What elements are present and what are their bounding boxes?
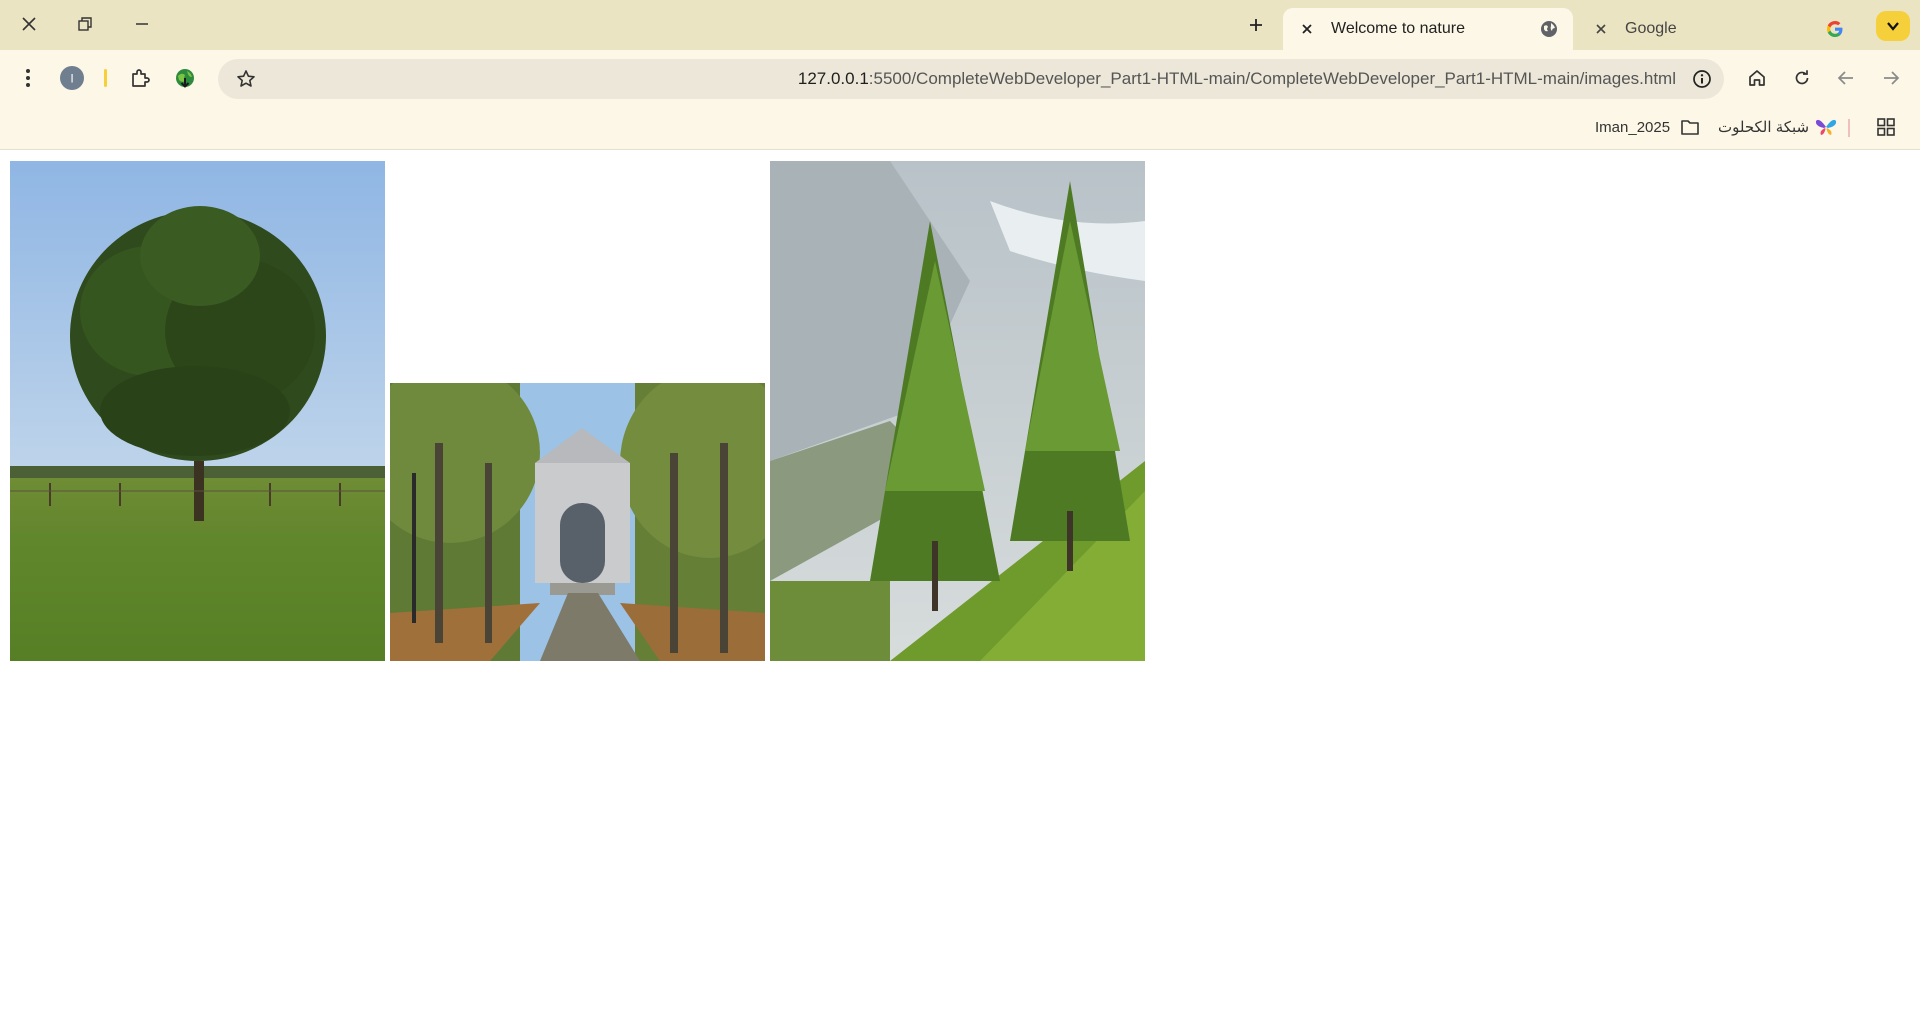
restore-icon [78,17,92,31]
star-icon [237,70,255,87]
tree-in-meadow-photo [10,161,385,661]
google-g-icon [1825,19,1845,39]
site-info-button[interactable] [1686,63,1718,95]
bookmarks-divider [1848,119,1850,137]
window-minimize-button[interactable] [117,4,167,44]
menu-button[interactable] [8,58,48,98]
close-icon [1302,24,1312,34]
profile-button[interactable]: I [52,58,92,98]
globe-icon [1539,19,1559,39]
tab-title: Welcome to nature [1331,20,1465,37]
tab-close-button[interactable] [1591,19,1611,39]
info-icon [1693,70,1711,88]
browser-toolbar: I 127.0.0.1:5500/CompleteWebDeveloper_Pa… [0,50,1920,106]
minimize-icon [136,23,148,25]
page-content [0,151,1920,1012]
kebab-menu-icon [26,69,30,87]
url-host: 127.0.0.1 [797,69,869,88]
toolbar-divider [104,69,107,87]
bookmark-arabic-site[interactable]: شبكة الكحلوت [1718,112,1837,142]
avatar: I [60,66,84,90]
bookmark-folder-iman[interactable]: Iman_2025 [1595,112,1700,142]
forward-button[interactable] [1871,58,1911,98]
close-icon [1596,24,1606,34]
bookmarks-bar: شبكة الكحلوت Iman_2025 [0,106,1920,150]
close-icon [22,17,36,31]
tree-lined-path-to-gate-photo [390,383,765,661]
download-manager-extension[interactable] [165,58,205,98]
reload-button[interactable] [1782,58,1822,98]
home-button[interactable] [1737,58,1777,98]
reload-icon [1795,70,1809,85]
tab-google[interactable]: Google [1577,8,1859,50]
tab-welcome-to-nature[interactable]: Welcome to nature [1283,8,1573,50]
address-bar[interactable]: 127.0.0.1:5500/CompleteWebDeveloper_Part… [218,59,1724,99]
tab-search-button[interactable] [1876,11,1910,41]
home-icon [1749,70,1765,86]
url-path: :5500/CompleteWebDeveloper_Part1-HTML-ma… [868,69,1676,88]
svg-text:I: I [70,72,73,86]
apps-button[interactable] [1868,112,1904,142]
window-restore-button[interactable] [60,4,110,44]
tab-close-button[interactable] [1297,19,1317,39]
folder-icon [1681,120,1699,135]
grid-icon [1877,118,1895,136]
back-button[interactable] [1826,58,1866,98]
url-text[interactable]: 127.0.0.1:5500/CompleteWebDeveloper_Part… [798,59,1676,99]
globe-download-icon [176,69,194,88]
puzzle-icon [132,69,150,87]
larch-trees-mountain-photo [770,161,1145,661]
bookmark-label: Iman_2025 [1595,118,1671,136]
chevron-down-icon [1887,22,1899,31]
butterfly-icon [1816,119,1837,135]
tab-strip: Welcome to nature Google [0,0,1920,50]
arrow-right-icon [1884,71,1900,85]
window-close-button[interactable] [4,4,54,44]
extensions-button[interactable] [120,58,160,98]
arrow-left-icon [1837,71,1853,85]
new-tab-button[interactable] [1236,8,1276,42]
bookmark-label: شبكة الكحلوت [1718,119,1810,136]
bookmark-star-button[interactable] [226,59,266,99]
plus-icon [1250,19,1262,31]
tab-title: Google [1625,20,1677,37]
